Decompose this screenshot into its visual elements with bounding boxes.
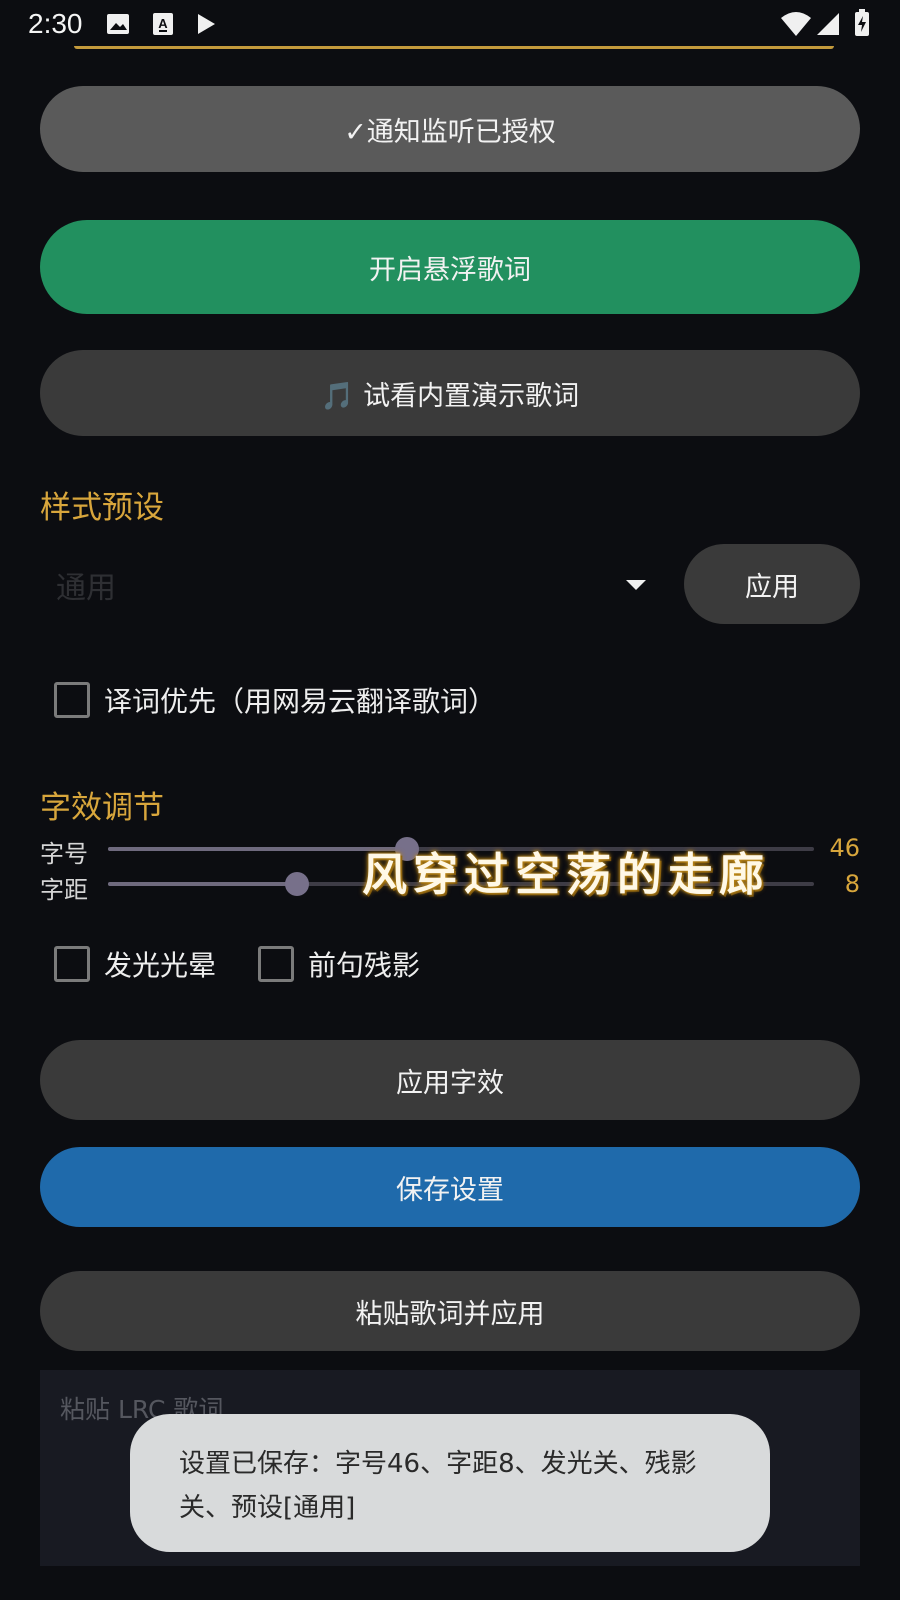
ghost-label: 前句残影 xyxy=(308,949,421,982)
enable-floating-lyrics-button[interactable]: 开启悬浮歌词 xyxy=(40,220,860,314)
save-settings-button[interactable]: 保存设置 xyxy=(40,1147,860,1227)
scroll-edge-line xyxy=(74,46,834,49)
glow-label: 发光光晕 xyxy=(104,949,217,982)
image-icon xyxy=(106,12,130,40)
glow-checkbox[interactable] xyxy=(54,946,90,982)
dropdown-arrow-icon xyxy=(626,580,646,590)
translate-priority-label: 译词优先（用网易云翻译歌词） xyxy=(104,685,497,718)
spacing-value: 8 xyxy=(844,870,860,898)
spacing-slider-thumb[interactable] xyxy=(284,872,309,896)
battery-charging-icon xyxy=(854,9,870,41)
a-text-icon: A xyxy=(152,12,174,40)
font-size-value: 46 xyxy=(829,834,860,862)
wifi-icon xyxy=(780,11,812,41)
apply-preset-button[interactable]: 应用 xyxy=(684,544,860,624)
paste-lyrics-button[interactable]: 粘贴歌词并应用 xyxy=(40,1271,860,1351)
ghost-checkbox[interactable] xyxy=(258,946,294,982)
effects-section-title: 字效调节 xyxy=(40,790,164,826)
spacing-label: 字距 xyxy=(40,876,88,904)
status-bar: 2:30 A xyxy=(0,0,900,48)
floating-lyric-preview[interactable]: 风穿过空荡的走廊 xyxy=(362,838,770,903)
status-time: 2:30 xyxy=(28,8,83,39)
spacing-slider-fill xyxy=(108,882,297,886)
demo-lyrics-button[interactable]: 🎵 试看内置演示歌词 xyxy=(40,350,860,436)
play-icon xyxy=(196,13,216,39)
preset-selected-value: 通用 xyxy=(56,571,116,606)
signal-icon xyxy=(816,12,840,40)
notification-permission-button[interactable]: ✓通知监听已授权 xyxy=(40,86,860,172)
svg-text:A: A xyxy=(158,16,168,31)
apply-effects-button[interactable]: 应用字效 xyxy=(40,1040,860,1120)
preset-section-title: 样式预设 xyxy=(40,490,164,526)
toast-message: 设置已保存：字号46、字距8、发光关、残影关、预设[通用] xyxy=(130,1414,770,1552)
translate-priority-checkbox[interactable] xyxy=(54,682,90,718)
font-size-label: 字号 xyxy=(40,840,88,868)
